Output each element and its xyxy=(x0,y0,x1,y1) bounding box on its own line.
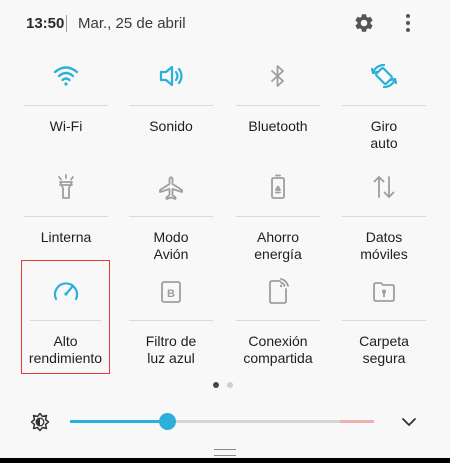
svg-text:B: B xyxy=(167,288,175,300)
tile-separator xyxy=(129,105,213,106)
secure-folder-icon xyxy=(373,282,395,302)
bluetooth-icon xyxy=(271,65,284,87)
tile-separator xyxy=(342,105,426,106)
tile-secure-folder[interactable]: Carpeta segura xyxy=(334,261,434,373)
tile-label: Giro auto xyxy=(370,118,398,151)
tile-separator xyxy=(129,320,213,321)
tile-label: Conexión compartida xyxy=(243,333,313,366)
flashlight-icon xyxy=(58,174,74,199)
airplane-icon xyxy=(159,176,183,200)
brightness-icon[interactable] xyxy=(30,412,50,432)
tile-mobile-data[interactable]: Datos móviles xyxy=(334,157,434,269)
tile-power-saving[interactable]: Ahorro energía xyxy=(228,157,328,269)
page-dot-active[interactable] xyxy=(213,382,219,388)
date[interactable]: Mar., 25 de abril xyxy=(78,15,186,32)
tile-separator xyxy=(236,105,320,106)
sound-icon xyxy=(159,65,183,87)
slider-fill xyxy=(70,420,168,423)
tile-separator xyxy=(236,320,320,321)
tile-label: Modo Avión xyxy=(153,229,189,262)
tile-label: Linterna xyxy=(40,229,92,245)
tile-airplane-mode[interactable]: Modo Avión xyxy=(121,157,221,269)
tile-label: Sonido xyxy=(149,118,193,134)
tile-blue-light-filter[interactable]: B Filtro de luz azul xyxy=(121,261,221,373)
tile-separator xyxy=(342,216,426,217)
tile-separator xyxy=(342,320,426,321)
drag-handle[interactable] xyxy=(214,449,236,456)
auto-rotate-icon xyxy=(370,63,398,89)
tile-label: Ahorro energía xyxy=(254,229,302,262)
tile-label: Bluetooth xyxy=(248,118,308,134)
tile-separator xyxy=(129,216,213,217)
tile-wifi[interactable]: Wi-Fi xyxy=(16,46,116,158)
tile-high-performance[interactable]: Alto rendimiento xyxy=(21,260,110,374)
battery-saver-icon xyxy=(271,174,285,199)
tile-mobile-hotspot[interactable]: Conexión compartida xyxy=(228,261,328,373)
page-dot-inactive[interactable] xyxy=(227,382,233,388)
tile-separator xyxy=(236,216,320,217)
tile-separator xyxy=(30,320,101,321)
performance-gauge-icon xyxy=(53,282,79,301)
mobile-data-icon xyxy=(373,176,395,198)
wifi-icon xyxy=(53,66,79,86)
tile-separator xyxy=(24,105,108,106)
tile-auto-rotate[interactable]: Giro auto xyxy=(334,46,434,158)
status-bar: 13:50 Mar., 25 de abril xyxy=(0,0,450,46)
status-divider xyxy=(66,15,67,32)
tile-label: Wi-Fi xyxy=(49,118,83,134)
blue-light-filter-icon: B xyxy=(161,281,181,303)
tile-label: Filtro de luz azul xyxy=(145,333,197,366)
slider-warm-range xyxy=(340,420,374,423)
more-options-icon[interactable] xyxy=(398,12,418,34)
hotspot-icon xyxy=(269,278,289,304)
tile-bluetooth[interactable]: Bluetooth xyxy=(228,46,328,158)
slider-thumb[interactable] xyxy=(159,413,177,430)
tile-sound[interactable]: Sonido xyxy=(121,46,221,158)
tile-label: Alto rendimiento xyxy=(28,333,103,366)
chevron-down-icon[interactable] xyxy=(400,413,418,431)
tile-separator xyxy=(24,216,108,217)
brightness-slider[interactable] xyxy=(70,413,374,430)
tile-label: Datos móviles xyxy=(360,229,408,262)
navigation-bar xyxy=(0,458,450,463)
gear-icon[interactable] xyxy=(353,12,375,34)
tile-label: Carpeta segura xyxy=(359,333,409,366)
clock: 13:50 xyxy=(26,15,65,32)
tile-flashlight[interactable]: Linterna xyxy=(16,157,116,269)
